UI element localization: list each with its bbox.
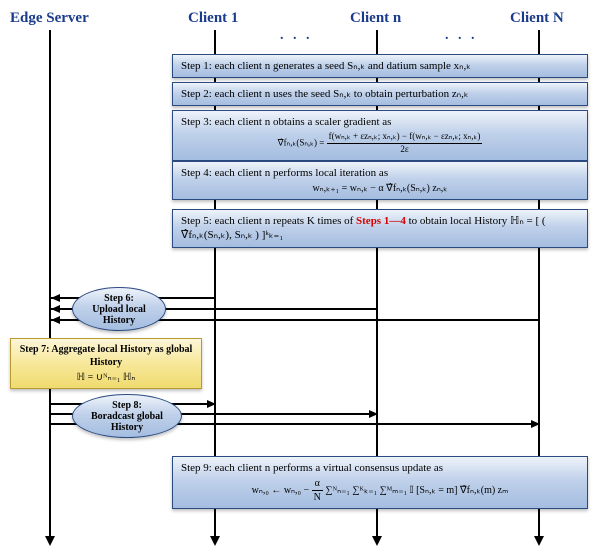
step-2-box: Step 2: each client n uses the seed Sₙ,ₖ… bbox=[172, 82, 588, 106]
lifeline-clientn-arrow bbox=[372, 536, 382, 546]
ellipsis-1: . . . bbox=[280, 28, 313, 44]
step-7-math: ℍ = ∪ᴺₙ₌₁ ℍₙ bbox=[17, 371, 195, 384]
step-3-text: Step 3: each client n obtains a scaler g… bbox=[181, 116, 391, 128]
step-1-box: Step 1: each client n generates a seed S… bbox=[172, 54, 588, 78]
lifeline-edge bbox=[49, 30, 51, 538]
step-9-text: Step 9: each client n performs a virtual… bbox=[181, 462, 443, 474]
step-9-box: Step 9: each client n performs a virtual… bbox=[172, 456, 588, 509]
step-8-text: Step 8: Boradcast global History bbox=[91, 400, 163, 433]
step-4-math: wₙ,ₖ₊₁ = wₙ,ₖ − α ∇̂fₙ,ₖ(Sₙ,ₖ) zₙ,ₖ bbox=[181, 182, 579, 195]
lifeline-client1-arrow bbox=[210, 536, 220, 546]
broadcast-arrow-n bbox=[369, 410, 378, 418]
broadcast-arrow-1 bbox=[207, 400, 216, 408]
step-5-box: Step 5: each client n repeats K times of… bbox=[172, 209, 588, 248]
step-4-text: Step 4: each client n performs local ite… bbox=[181, 167, 388, 179]
step-6-oval: Step 6: Upload local History bbox=[72, 287, 166, 331]
header-client-n: Client n bbox=[350, 10, 401, 27]
step-2-text: Step 2: each client n uses the seed Sₙ,ₖ… bbox=[181, 88, 469, 100]
lifeline-clientN-arrow bbox=[534, 536, 544, 546]
step-6-text: Step 6: Upload local History bbox=[92, 293, 146, 326]
step-5-text-b: to obtain local History bbox=[406, 215, 507, 227]
header-client-N: Client N bbox=[510, 10, 564, 27]
step-7-text: Step 7: Aggregate local History as globa… bbox=[17, 343, 195, 369]
upload-arrow-N bbox=[51, 316, 60, 324]
step-5-red: Steps 1—4 bbox=[356, 215, 406, 227]
broadcast-arrow-N bbox=[531, 420, 540, 428]
step-5-text-a: Step 5: each client n repeats K times of bbox=[181, 215, 356, 227]
lifeline-edge-arrow bbox=[45, 536, 55, 546]
upload-arrow-n bbox=[51, 305, 60, 313]
step-7-box: Step 7: Aggregate local History as globa… bbox=[10, 338, 202, 389]
step-1-text: Step 1: each client n generates a seed S… bbox=[181, 60, 471, 72]
step-3-math: ∇̂fₙ,ₖ(Sₙ,ₖ) = f(wₙ,ₖ + εzₙ,ₖ; xₙ,ₖ) − f… bbox=[181, 131, 579, 155]
header-edge-server: Edge Server bbox=[10, 10, 89, 27]
header-client-1: Client 1 bbox=[188, 10, 238, 27]
ellipsis-2: . . . bbox=[445, 28, 478, 44]
step-3-box: Step 3: each client n obtains a scaler g… bbox=[172, 110, 588, 161]
step-9-math: wₙ,₀ ← wₙ,₀ − αN ∑ᴺₙ₌₁ ∑ᴷₖ₌₁ ∑ᴹₘ₌₁ 𝕀 [Sₙ… bbox=[181, 477, 579, 504]
diagram-canvas: Edge Server Client 1 Client n Client N .… bbox=[10, 10, 592, 546]
upload-arrow-1 bbox=[51, 294, 60, 302]
step-8-oval: Step 8: Boradcast global History bbox=[72, 394, 182, 438]
step-4-box: Step 4: each client n performs local ite… bbox=[172, 161, 588, 200]
